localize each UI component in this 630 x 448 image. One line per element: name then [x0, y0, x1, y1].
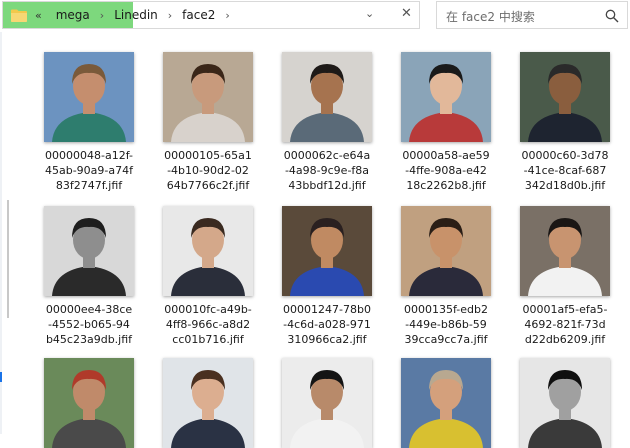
file-name-line: d22db6209.jfif — [524, 333, 606, 346]
file-name: 000010fc-a49b- 4ff8-966c-a8d2 cc01b716.jfi… — [152, 302, 264, 347]
file-name-line: 310966ca2.jfif — [287, 333, 367, 346]
selection-marker — [0, 372, 2, 382]
file-name-line: -4552-b065-94 — [48, 318, 130, 331]
file-name: 0000135f-edb2 -449e-b86b-59 39cca9cc7a.jfi… — [390, 302, 502, 347]
search-placeholder: 在 face2 中搜索 — [446, 10, 535, 24]
image-thumbnail[interactable] — [401, 52, 491, 142]
image-thumbnail[interactable] — [401, 358, 491, 448]
file-name-line: 4692-821f-73d — [524, 318, 606, 331]
image-thumbnail[interactable] — [520, 358, 610, 448]
file-name-line: 342d18d0b.jfif — [524, 179, 606, 192]
file-name-line: 0000062c-e64a — [283, 149, 371, 162]
file-name-line: 83f2747f.jfif — [55, 179, 123, 192]
file-name-line: -449e-b86b-59 — [405, 318, 487, 331]
file-name: 00000c60-3d78 -41ce-8caf-687 342d18d0b.jfi… — [509, 148, 621, 193]
folder-icon — [11, 9, 27, 22]
file-name-line: 00001af5-efa5- — [522, 303, 608, 316]
image-thumbnail[interactable] — [401, 206, 491, 296]
file-name: 00000a58-ae59 -4ffe-908a-e42 18c2262b8.jfi… — [390, 148, 502, 193]
close-icon[interactable]: ✕ — [401, 6, 412, 21]
image-thumbnail[interactable] — [520, 52, 610, 142]
image-thumbnail[interactable] — [44, 358, 134, 448]
file-name-line: 64b7766c2f.jfif — [166, 179, 250, 192]
file-name-line: 4ff8-966c-a8d2 — [165, 318, 251, 331]
chevron-right-icon[interactable]: › — [168, 9, 172, 22]
file-name-line: -4ffe-908a-e42 — [405, 164, 487, 177]
file-name-line: 000010fc-a49b- — [164, 303, 252, 316]
image-thumbnail[interactable] — [163, 358, 253, 448]
file-name: 00000105-65a1 -4b10-90d2-02 64b7766c2f.jfi… — [152, 148, 264, 193]
address-bar[interactable]: « mega › Linedin › face2 › ⌄ ✕ — [2, 1, 420, 29]
file-name-line: -4c6d-a028-971 — [283, 318, 371, 331]
chevron-right-icon[interactable]: › — [100, 9, 104, 22]
chevron-right-icon[interactable]: › — [225, 9, 229, 22]
breadcrumb-overflow-button[interactable]: « — [35, 9, 42, 22]
file-name-line: 43bbdf12d.jfif — [288, 179, 366, 192]
file-name-line: 00000c60-3d78 — [521, 149, 609, 162]
breadcrumb: « mega › Linedin › face2 › — [3, 2, 236, 28]
image-thumbnail[interactable] — [163, 52, 253, 142]
file-name-line: cc01b716.jfif — [172, 333, 244, 346]
file-name-line: 00000a58-ae59 — [402, 149, 490, 162]
file-name-line: -41ce-8caf-687 — [523, 164, 607, 177]
image-thumbnail[interactable] — [44, 206, 134, 296]
toolbar: « mega › Linedin › face2 › ⌄ ✕ 在 face2 中… — [0, 0, 630, 32]
image-thumbnail[interactable] — [282, 52, 372, 142]
file-name-line: b45c23a9db.jfif — [45, 333, 133, 346]
file-name: 00000048-a12f- 45ab-90a9-a74f 83f2747f.jfi… — [33, 148, 145, 193]
image-thumbnail[interactable] — [44, 52, 134, 142]
search-icon[interactable] — [605, 8, 619, 27]
file-name: 00001af5-efa5- 4692-821f-73d d22db6209.jfi… — [509, 302, 621, 347]
image-thumbnail[interactable] — [282, 358, 372, 448]
file-name-line: 18c2262b8.jfif — [406, 179, 486, 192]
search-input[interactable]: 在 face2 中搜索 — [436, 1, 628, 29]
navigation-pane-scrollbar[interactable] — [7, 200, 9, 318]
breadcrumb-item-linedin[interactable]: Linedin — [114, 8, 158, 22]
file-name: 00001247-78b0 -4c6d-a028-971 310966ca2.jfi… — [271, 302, 383, 347]
breadcrumb-item-mega[interactable]: mega — [56, 8, 90, 22]
file-name-line: 00000048-a12f- — [45, 149, 133, 162]
file-name-line: 39cca9cc7a.jfif — [404, 333, 488, 346]
file-name-line: -4a98-9c9e-f8a — [284, 164, 370, 177]
file-name-line: 45ab-90a9-a74f — [44, 164, 133, 177]
file-name: 00000ee4-38ce -4552-b065-94 b45c23a9db.jfi… — [33, 302, 145, 347]
file-name-line: 00000ee4-38ce — [45, 303, 133, 316]
image-thumbnail[interactable] — [520, 206, 610, 296]
chevron-down-icon[interactable]: ⌄ — [365, 7, 374, 20]
image-thumbnail[interactable] — [282, 206, 372, 296]
breadcrumb-item-face2[interactable]: face2 — [182, 8, 215, 22]
file-name-line: 0000135f-edb2 — [404, 303, 488, 316]
file-name-line: 00001247-78b0 — [283, 303, 371, 316]
image-thumbnail[interactable] — [163, 206, 253, 296]
file-name-line: -4b10-90d2-02 — [167, 164, 249, 177]
file-name: 0000062c-e64a -4a98-9c9e-f8a 43bbdf12d.jfi… — [271, 148, 383, 193]
file-name-line: 00000105-65a1 — [164, 149, 252, 162]
